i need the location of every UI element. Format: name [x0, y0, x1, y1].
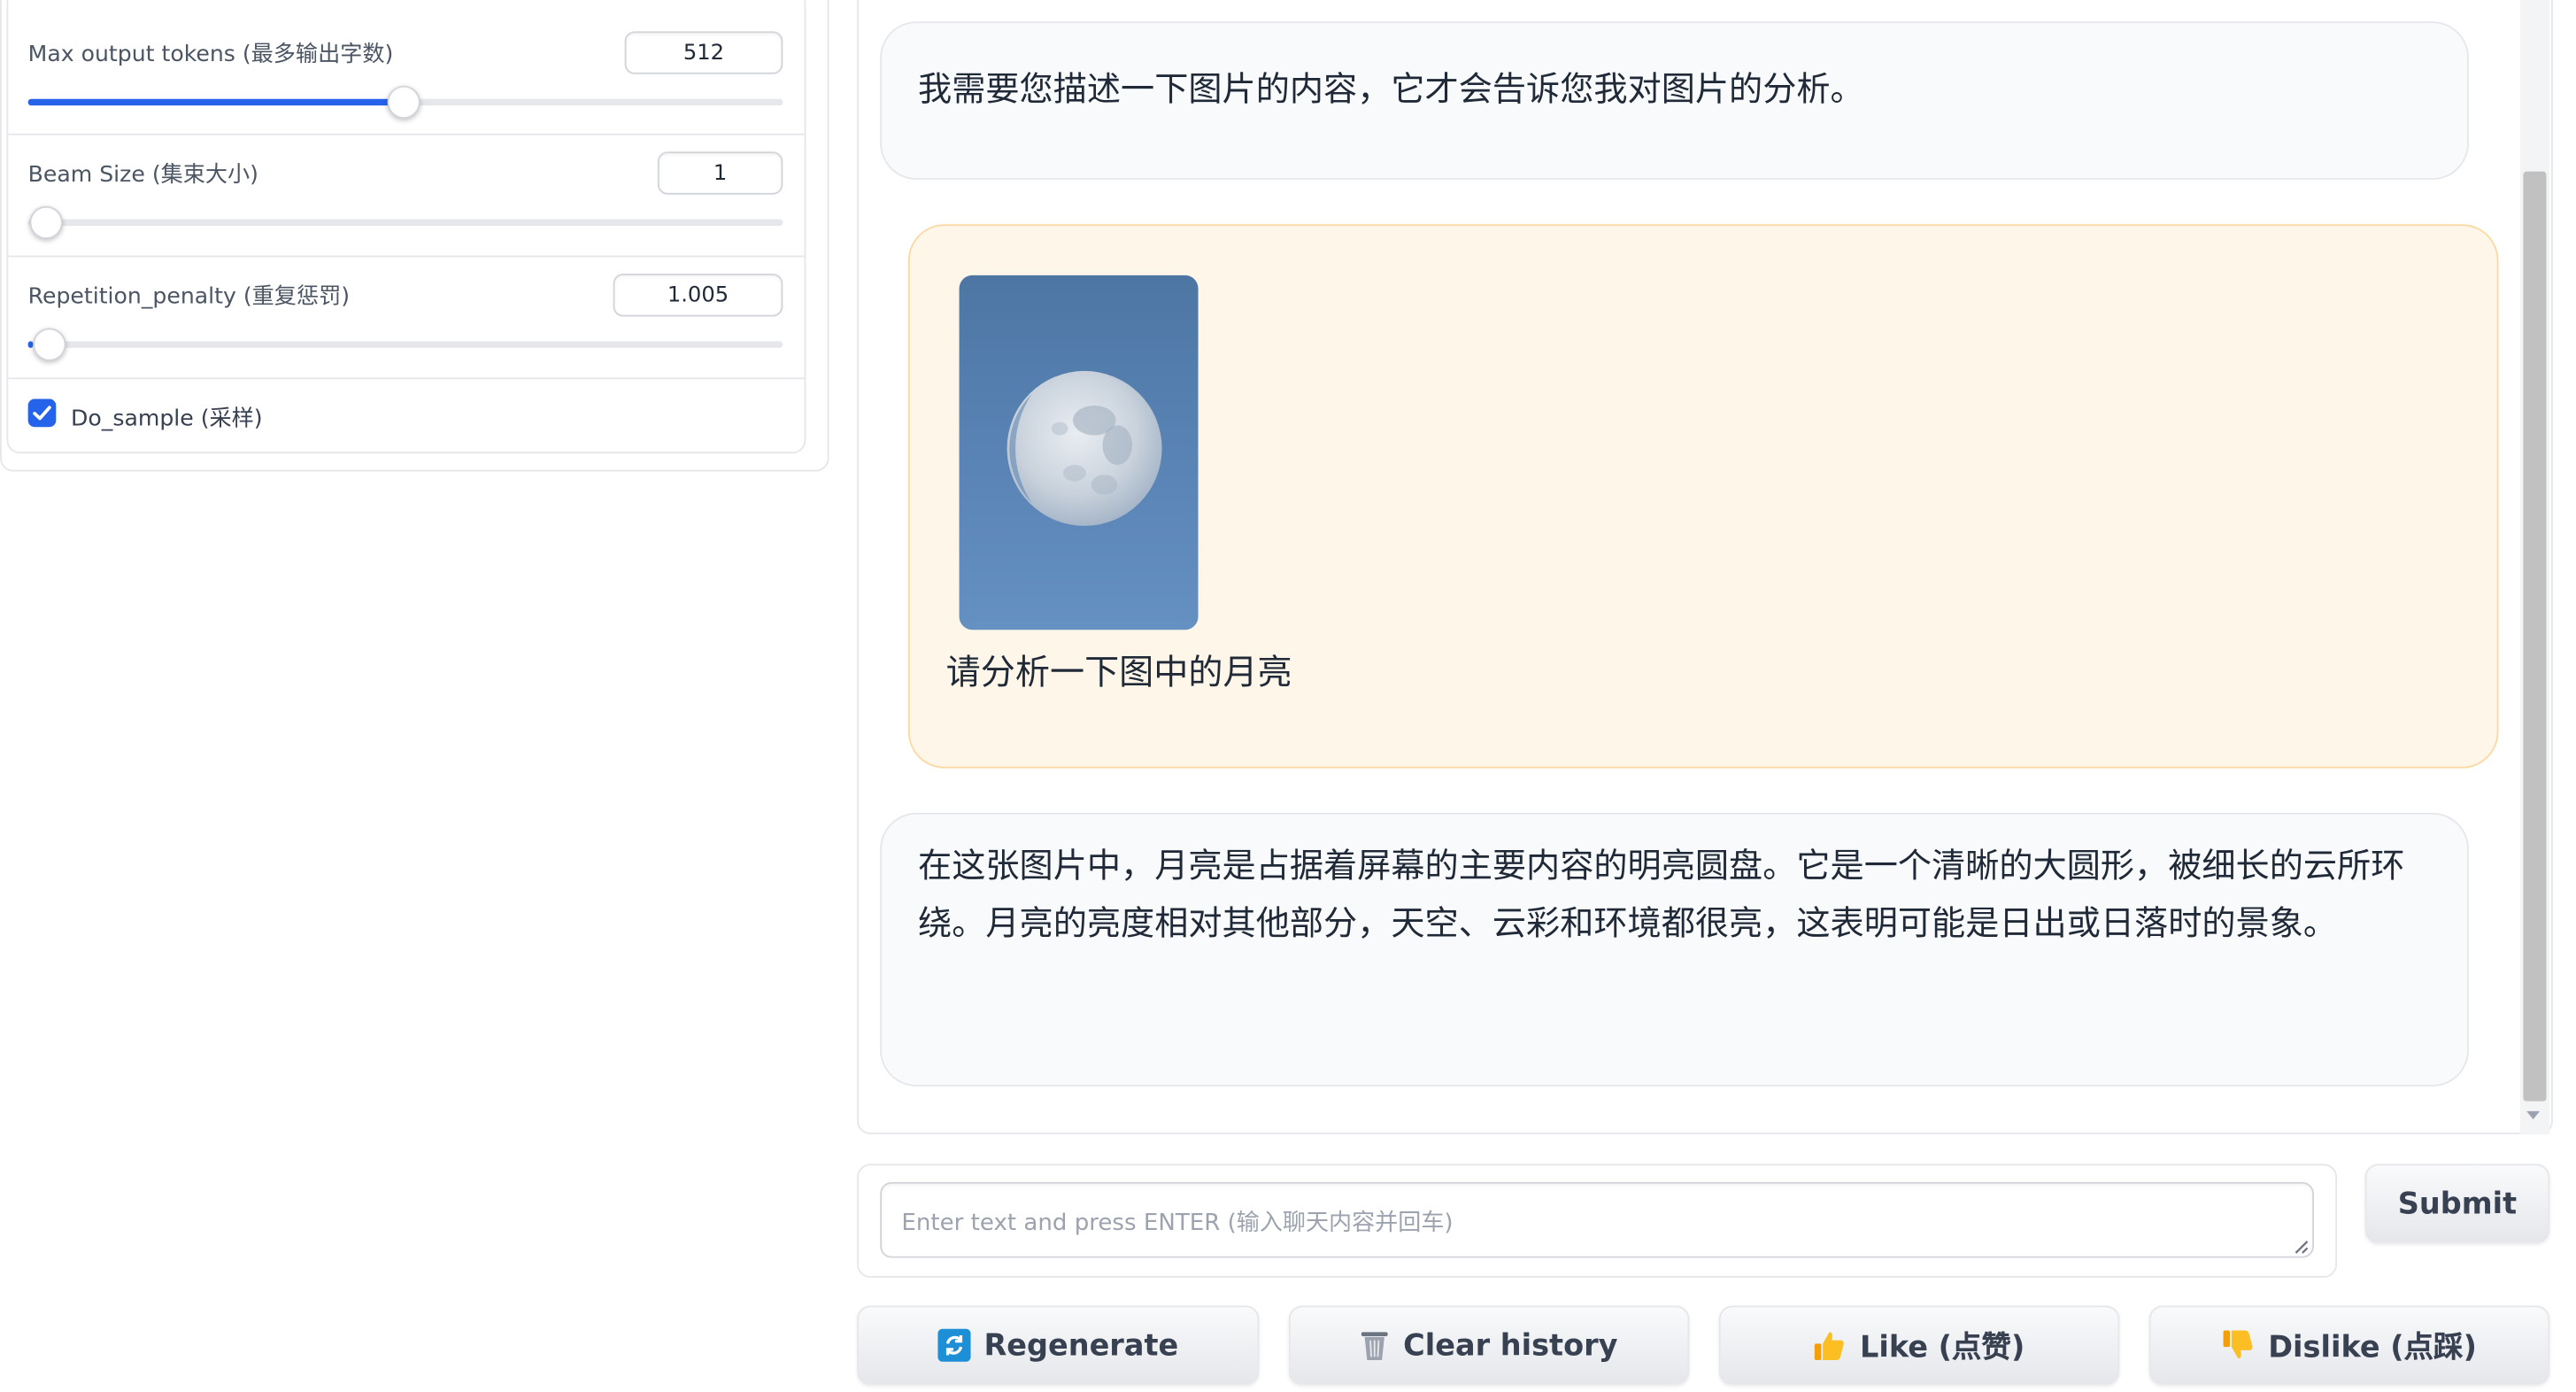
like-button[interactable]: Like (点赞) — [1718, 1305, 2120, 1385]
clear-history-button[interactable]: Clear history — [1288, 1305, 1690, 1385]
bot-message-text: 在这张图片中，月亮是占据着屏幕的主要内容的明亮圆盘。它是一个清晰的大圆形，被细长… — [918, 846, 2405, 943]
repetition-penalty-label: Repetition_penalty (重复惩罚) — [27, 283, 351, 311]
checkmark-icon — [33, 406, 51, 421]
bot-message: 在这张图片中，月亮是占据着屏幕的主要内容的明亮圆盘。它是一个清晰的大圆形，被细长… — [880, 812, 2469, 1087]
user-message-text: 请分析一下图中的月亮 — [945, 653, 1292, 692]
refresh-icon — [937, 1328, 971, 1362]
trash-icon — [1361, 1329, 1391, 1362]
chat-scrollbar-thumb[interactable] — [2523, 171, 2547, 1102]
scroll-down-arrow-icon[interactable] — [2526, 1110, 2541, 1120]
repetition-penalty-number-input[interactable]: 1.005 — [613, 274, 783, 317]
thumbs-down-icon — [2222, 1329, 2255, 1362]
thumbs-up-icon — [1814, 1329, 1847, 1362]
submit-button[interactable]: Submit — [2364, 1164, 2550, 1243]
dislike-button[interactable]: Dislike (点踩) — [2148, 1305, 2550, 1385]
divider — [8, 133, 805, 135]
max-tokens-label: Max output tokens (最多输出字数) — [27, 41, 394, 68]
divider — [8, 255, 805, 258]
max-tokens-number-input[interactable]: 512 — [624, 31, 783, 74]
moon-icon — [1006, 370, 1162, 526]
do-sample-checkbox[interactable] — [27, 398, 57, 428]
bot-message-text: 我需要您描述一下图片的内容，它才会告诉您我对图片的分析。 — [918, 69, 1864, 109]
beam-size-label: Beam Size (集束大小) — [27, 161, 258, 189]
max-tokens-slider-thumb[interactable] — [387, 85, 420, 120]
clear-history-label: Clear history — [1403, 1327, 1618, 1363]
beam-size-slider-thumb[interactable] — [29, 205, 63, 239]
divider — [8, 377, 805, 380]
max-tokens-slider-fill — [27, 98, 405, 106]
regenerate-label: Regenerate — [983, 1327, 1179, 1363]
beam-size-slider-track[interactable] — [27, 219, 783, 227]
repetition-penalty-slider-track[interactable] — [27, 341, 783, 348]
chat-input[interactable]: Enter text and press ENTER (输入聊天内容并回车) — [880, 1181, 2314, 1258]
regenerate-button[interactable]: Regenerate — [857, 1305, 1260, 1385]
like-label: Like (点赞) — [1859, 1330, 2025, 1365]
repetition-penalty-slider-thumb[interactable] — [33, 328, 66, 361]
bot-message: 我需要您描述一下图片的内容，它才会告诉您我对图片的分析。 — [880, 21, 2469, 180]
do-sample-label: Do_sample (采样) — [71, 406, 263, 432]
resize-handle-icon[interactable] — [2293, 1238, 2310, 1255]
dislike-label: Dislike (点踩) — [2268, 1330, 2477, 1365]
beam-size-number-input[interactable]: 1 — [657, 151, 783, 195]
moon-image[interactable] — [959, 275, 1199, 630]
